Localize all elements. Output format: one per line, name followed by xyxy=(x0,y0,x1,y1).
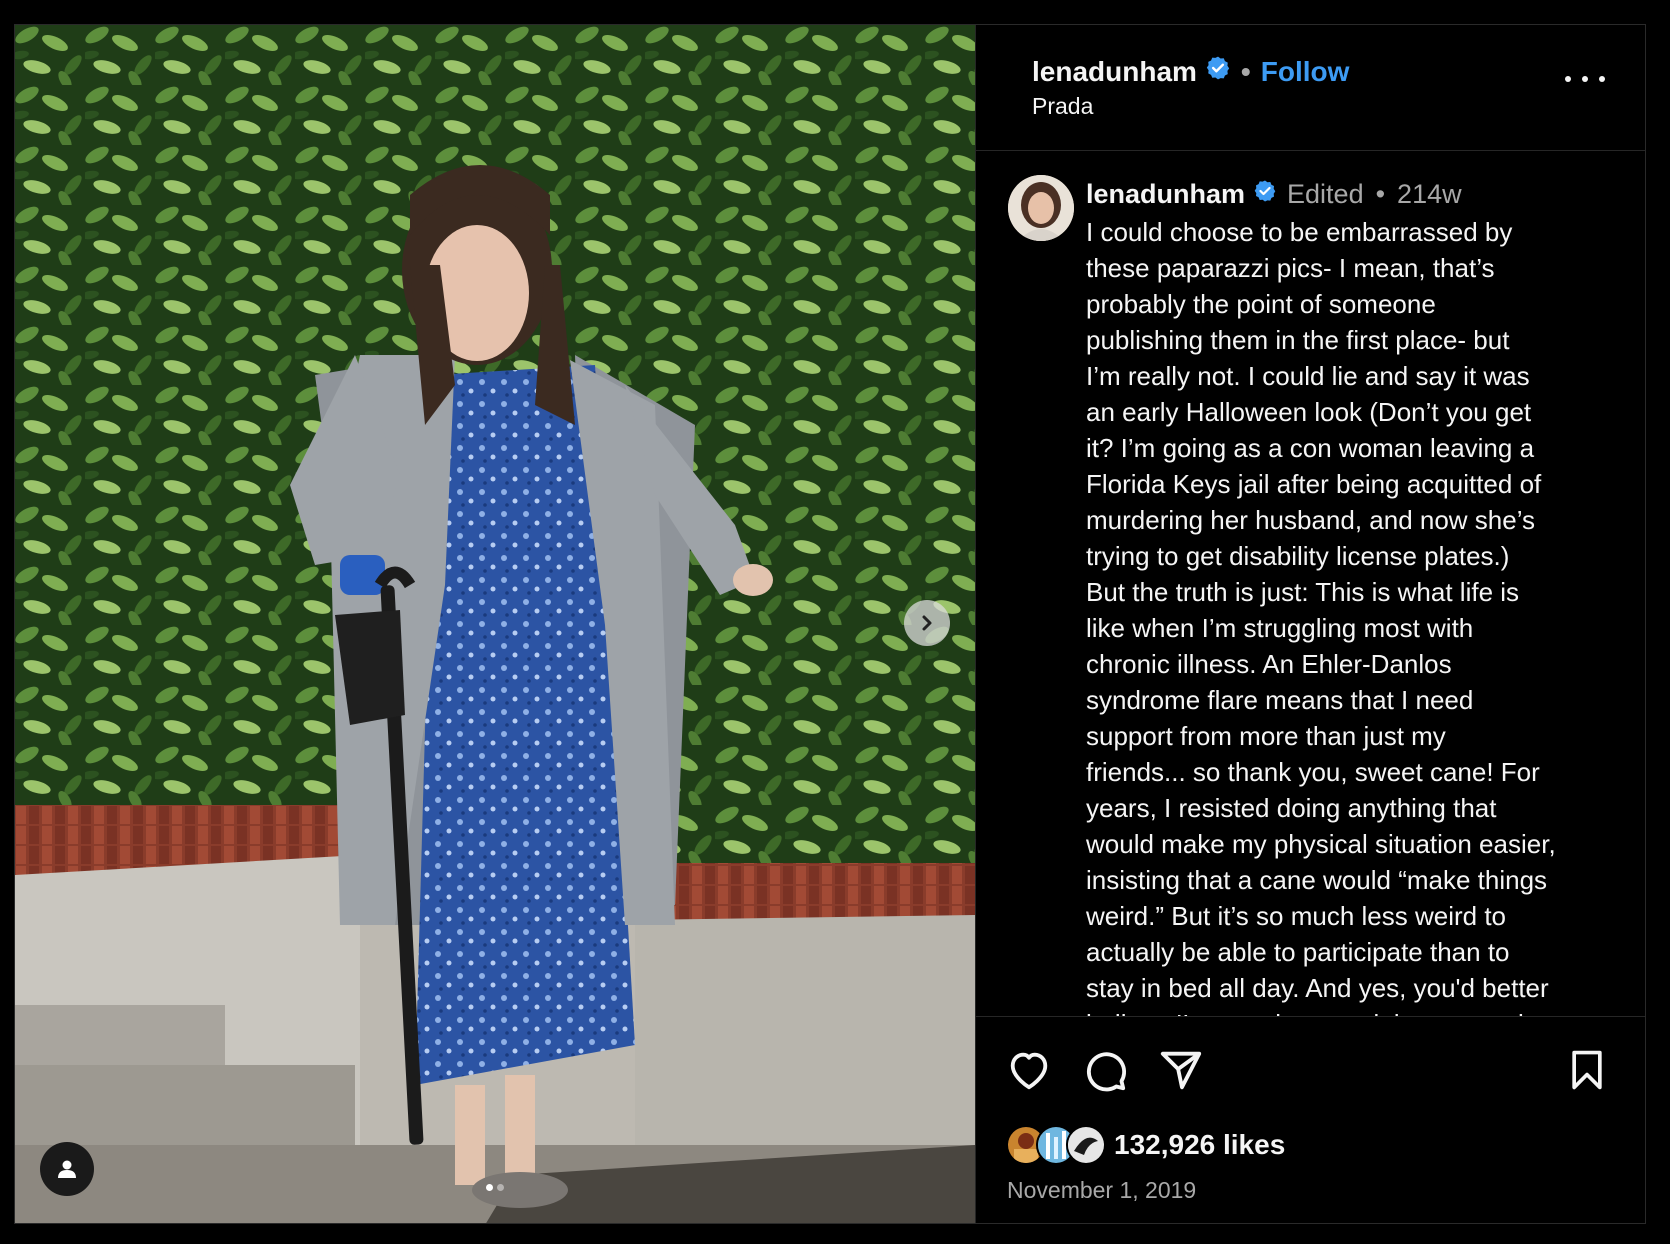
photo-scene xyxy=(15,25,975,1223)
header-separator: • xyxy=(1240,55,1251,87)
caption-text: I could choose to be embarrassed by thes… xyxy=(1086,216,1556,1017)
caption-separator: • xyxy=(1375,178,1386,209)
liker-avatar[interactable] xyxy=(1066,1125,1106,1166)
likes-row: 132,926 likes xyxy=(1006,1125,1285,1166)
carousel-dot-active xyxy=(486,1184,493,1191)
post-time-ago[interactable]: 214w xyxy=(1397,179,1462,210)
follow-button[interactable]: Follow xyxy=(1261,56,1350,88)
comment-bubble-icon[interactable] xyxy=(1082,1047,1128,1093)
post-location[interactable]: Prada xyxy=(1032,93,1093,120)
instagram-post-modal: lenadunham • Follow Prada lenadunham Edi… xyxy=(14,24,1646,1224)
post-actions: 132,926 likes November 1, 2019 xyxy=(976,1017,1645,1223)
paper-plane-icon[interactable] xyxy=(1158,1047,1204,1093)
likes-count[interactable]: 132,926 likes xyxy=(1114,1129,1285,1161)
verified-badge-icon xyxy=(1205,55,1231,88)
more-options-icon xyxy=(1582,76,1588,82)
edited-label: Edited xyxy=(1287,178,1364,209)
more-options-icon xyxy=(1565,76,1571,82)
heart-icon[interactable] xyxy=(1006,1047,1052,1093)
post-header: lenadunham • Follow Prada xyxy=(976,25,1645,151)
avatar[interactable] xyxy=(1008,174,1074,241)
post-photo[interactable] xyxy=(15,25,976,1223)
post-side-panel: lenadunham • Follow Prada lenadunham Edi… xyxy=(976,25,1645,1223)
caption-username[interactable]: lenadunham xyxy=(1086,179,1245,210)
carousel-next-button[interactable] xyxy=(904,600,950,646)
post-date[interactable]: November 1, 2019 xyxy=(1007,1177,1196,1204)
more-options-button[interactable] xyxy=(1565,69,1605,89)
caption-section[interactable]: lenadunham Edited • 214w I could choose … xyxy=(976,151,1645,1018)
user-tag-icon xyxy=(58,1160,76,1178)
bookmark-icon[interactable] xyxy=(1565,1047,1609,1093)
more-options-icon xyxy=(1599,76,1605,82)
carousel-dot xyxy=(497,1184,504,1191)
verified-badge-icon xyxy=(1253,179,1277,210)
chevron-right-icon xyxy=(922,615,932,631)
header-user-row: lenadunham • Follow xyxy=(1032,55,1349,88)
caption-header: lenadunham Edited • 214w xyxy=(1086,179,1462,210)
carousel-indicator xyxy=(15,1184,975,1191)
header-username[interactable]: lenadunham xyxy=(1032,56,1197,88)
